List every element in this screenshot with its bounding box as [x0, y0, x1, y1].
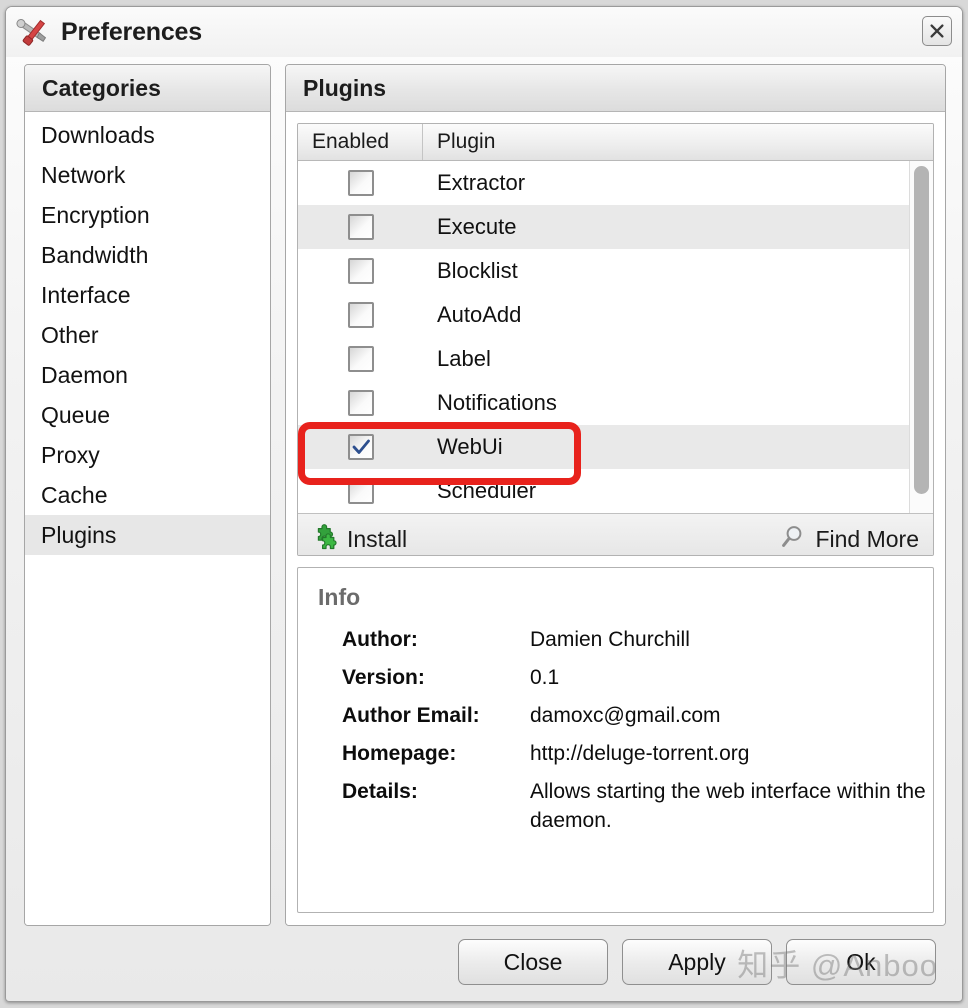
ok-button[interactable]: Ok: [786, 939, 936, 985]
wrench-screwdriver-icon: [15, 15, 53, 49]
plugin-checkbox[interactable]: [347, 390, 374, 416]
enabled-cell: [298, 258, 423, 284]
info-value-author-email: damoxc@gmail.com: [530, 704, 721, 727]
table-row[interactable]: Extractor: [298, 161, 909, 205]
column-header-plugin[interactable]: Plugin: [423, 124, 933, 160]
sidebar-item-other[interactable]: Other: [25, 315, 270, 355]
enabled-cell: [298, 478, 423, 504]
sidebar-item-queue[interactable]: Queue: [25, 395, 270, 435]
plugin-checkbox[interactable]: [347, 258, 374, 284]
sidebar-item-bandwidth[interactable]: Bandwidth: [25, 235, 270, 275]
info-label-version: Version:: [342, 666, 425, 689]
table-rows: Extractor Execute Blocklist AutoAdd Labe…: [298, 161, 909, 513]
sidebar-item-label: Daemon: [41, 361, 128, 388]
sidebar-item-interface[interactable]: Interface: [25, 275, 270, 315]
info-value-author: Damien Churchill: [530, 628, 690, 651]
sidebar-item-label: Cache: [41, 481, 108, 508]
plugin-name: Scheduler: [437, 478, 537, 503]
categories-panel: Categories Downloads Network Encryption …: [24, 64, 271, 926]
close-icon[interactable]: [922, 16, 952, 46]
info-label-homepage: Homepage:: [342, 742, 457, 765]
plugin-name: AutoAdd: [437, 302, 522, 327]
plugin-checkbox[interactable]: [347, 302, 374, 328]
find-more-label: Find More: [815, 526, 919, 552]
plugin-checkbox[interactable]: [347, 170, 374, 196]
dialog-footer: Close Apply Ok: [6, 923, 962, 1001]
sidebar-item-label: Other: [41, 321, 99, 348]
plugin-info-panel: Info Author: Damien Churchill Version: 0…: [297, 567, 934, 913]
sidebar-item-label: Queue: [41, 401, 111, 428]
plugin-checkbox[interactable]: [347, 478, 374, 504]
puzzle-piece-icon: [312, 523, 338, 556]
table-header-row: Enabled Plugin: [298, 124, 933, 161]
info-fields: Author: Damien Churchill Version: 0.1 Au…: [318, 627, 926, 887]
install-button[interactable]: Install: [312, 523, 408, 556]
window-title: Preferences: [61, 17, 202, 46]
info-title: Info: [318, 584, 361, 610]
info-label-details: Details:: [342, 780, 418, 803]
table-row[interactable]: Label: [298, 337, 909, 381]
info-value-homepage: http://deluge-torrent.org: [530, 742, 750, 765]
sidebar-item-daemon[interactable]: Daemon: [25, 355, 270, 395]
plugin-name: WebUi: [437, 434, 503, 459]
sidebar-item-proxy[interactable]: Proxy: [25, 435, 270, 475]
sidebar-item-label: Network: [41, 161, 126, 188]
enabled-cell: [298, 214, 423, 240]
plugins-header: Plugins: [286, 65, 945, 112]
table-row[interactable]: AutoAdd: [298, 293, 909, 337]
info-value-version: 0.1: [530, 666, 560, 689]
plugins-scrollbar[interactable]: [909, 161, 933, 513]
preferences-window: Preferences Categories Downloads Network…: [5, 6, 963, 1002]
titlebar: Preferences: [6, 7, 962, 57]
sidebar-item-label: Interface: [41, 281, 131, 308]
enabled-cell: [298, 302, 423, 328]
plugins-panel: Plugins Enabled Plugin Extractor Execute…: [285, 64, 946, 926]
info-label-author: Author:: [342, 628, 418, 651]
plugins-toolbar: Install Find More: [298, 513, 933, 556]
plugin-name: Blocklist: [437, 258, 518, 283]
enabled-cell: [298, 434, 423, 460]
plugin-checkbox[interactable]: [347, 434, 374, 460]
table-row[interactable]: Blocklist: [298, 249, 909, 293]
magnifier-icon: [780, 524, 806, 556]
plugin-checkbox[interactable]: [347, 214, 374, 240]
table-row[interactable]: Execute: [298, 205, 909, 249]
plugin-name: Execute: [437, 214, 517, 239]
enabled-cell: [298, 390, 423, 416]
table-row[interactable]: Scheduler: [298, 469, 909, 513]
sidebar-item-cache[interactable]: Cache: [25, 475, 270, 515]
info-value-details: Allows starting the web interface within…: [530, 780, 926, 832]
sidebar-item-encryption[interactable]: Encryption: [25, 195, 270, 235]
categories-header: Categories: [25, 65, 270, 112]
sidebar-item-plugins[interactable]: Plugins: [25, 515, 270, 555]
enabled-cell: [298, 346, 423, 372]
plugin-name: Notifications: [437, 390, 557, 415]
sidebar-item-label: Downloads: [41, 121, 155, 148]
sidebar-item-label: Encryption: [41, 201, 150, 228]
close-button[interactable]: Close: [458, 939, 608, 985]
sidebar-item-network[interactable]: Network: [25, 155, 270, 195]
plugins-table: Enabled Plugin Extractor Execute Blockli…: [297, 123, 934, 556]
table-row[interactable]: WebUi: [298, 425, 909, 469]
table-row[interactable]: Notifications: [298, 381, 909, 425]
info-label-author-email: Author Email:: [342, 704, 480, 727]
categories-list: Downloads Network Encryption Bandwidth I…: [25, 112, 270, 925]
enabled-cell: [298, 170, 423, 196]
dialog-body: Categories Downloads Network Encryption …: [24, 64, 946, 926]
apply-button[interactable]: Apply: [622, 939, 772, 985]
sidebar-item-label: Proxy: [41, 441, 100, 468]
scrollbar-thumb[interactable]: [914, 166, 929, 495]
sidebar-item-downloads[interactable]: Downloads: [25, 115, 270, 155]
plugin-name: Extractor: [437, 170, 526, 195]
find-more-button[interactable]: Find More: [780, 524, 919, 556]
plugin-checkbox[interactable]: [347, 346, 374, 372]
column-header-enabled[interactable]: Enabled: [298, 124, 423, 160]
sidebar-item-label: Plugins: [41, 521, 117, 548]
sidebar-item-label: Bandwidth: [41, 241, 149, 268]
plugin-name: Label: [437, 346, 491, 371]
install-label: Install: [347, 526, 408, 552]
